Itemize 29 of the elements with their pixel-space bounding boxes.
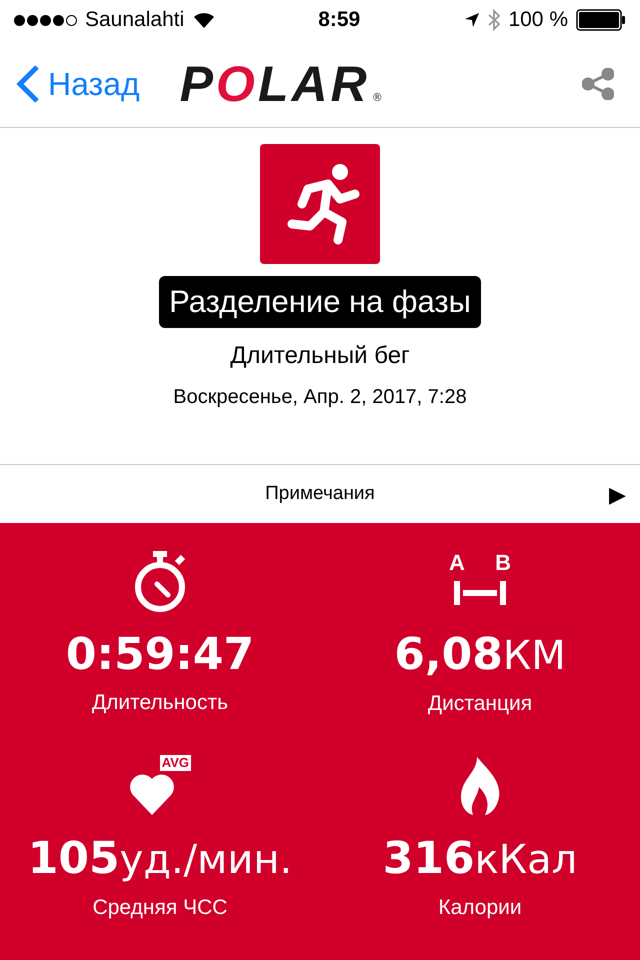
stat-label: Дистанция (428, 691, 532, 717)
location-arrow-icon (464, 12, 480, 28)
clock: 8:59 (317, 7, 362, 34)
bluetooth-icon (488, 9, 500, 31)
back-chevron-icon (16, 64, 40, 104)
battery-percent: 100 % (508, 7, 568, 34)
stat-label: Калории (438, 894, 522, 920)
battery-icon (576, 9, 626, 31)
stat-value: 0:59:47 (66, 629, 254, 681)
polar-logo: POLAR (180, 58, 370, 108)
stat-label: Длительность (92, 690, 228, 716)
stat-value: 105уд./мин. (28, 832, 292, 886)
sport-name: Длительный бег (230, 341, 410, 371)
training-title: Разделение на фазы (159, 276, 481, 328)
wifi-icon (192, 11, 216, 29)
stat-label: Средняя ЧСС (92, 894, 228, 920)
back-button[interactable]: Назад (16, 60, 140, 108)
registered-mark: ® (372, 90, 383, 106)
flame-icon (459, 756, 501, 816)
share-icon[interactable] (582, 68, 614, 100)
stat-value: 316кКал (382, 832, 578, 886)
stopwatch-icon (133, 551, 187, 613)
training-date: Воскресенье, Апр. 2, 2017, 7:28 (173, 385, 467, 410)
running-person-icon (260, 144, 380, 264)
stat-value: 6,08КМ (394, 629, 566, 682)
notes-row[interactable]: Примечания ▶ (0, 465, 640, 523)
disclosure-arrow: ▶ (609, 480, 626, 508)
signal-icon (14, 14, 77, 26)
carrier-name: Saunalahti (85, 7, 184, 34)
